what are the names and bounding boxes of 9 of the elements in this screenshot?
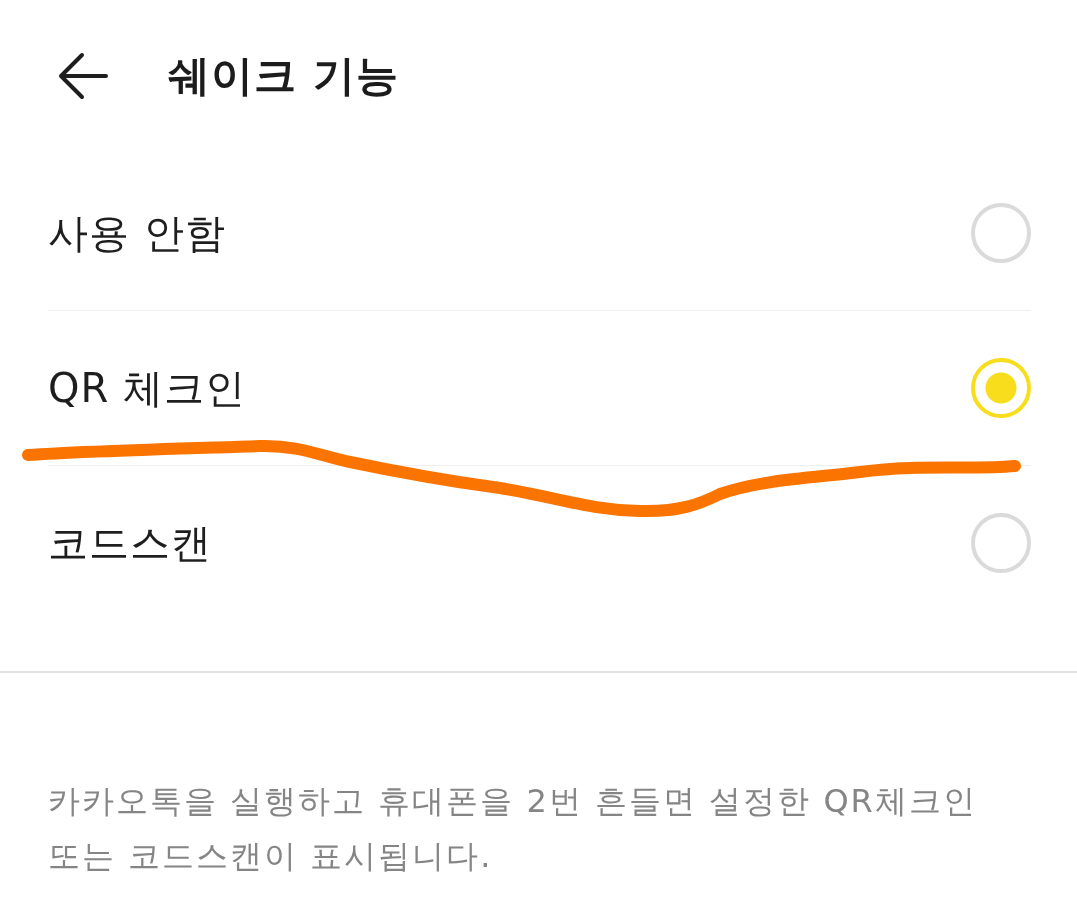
description-text: 카카오톡을 실행하고 휴대폰을 2번 흔들면 설정한 QR체크인 또는 코드스캔이 표시됩니다. xyxy=(48,781,978,877)
option-label: 사용 안함 xyxy=(48,209,226,257)
option-label: QR 체크인 xyxy=(48,364,246,412)
page-title: 쉐이크 기능 xyxy=(168,50,399,102)
radio-button[interactable] xyxy=(971,203,1031,263)
back-arrow-icon[interactable] xyxy=(58,52,108,100)
option-label: 코드스캔 xyxy=(48,519,212,567)
radio-button[interactable] xyxy=(971,513,1031,573)
radio-button[interactable] xyxy=(971,358,1031,418)
